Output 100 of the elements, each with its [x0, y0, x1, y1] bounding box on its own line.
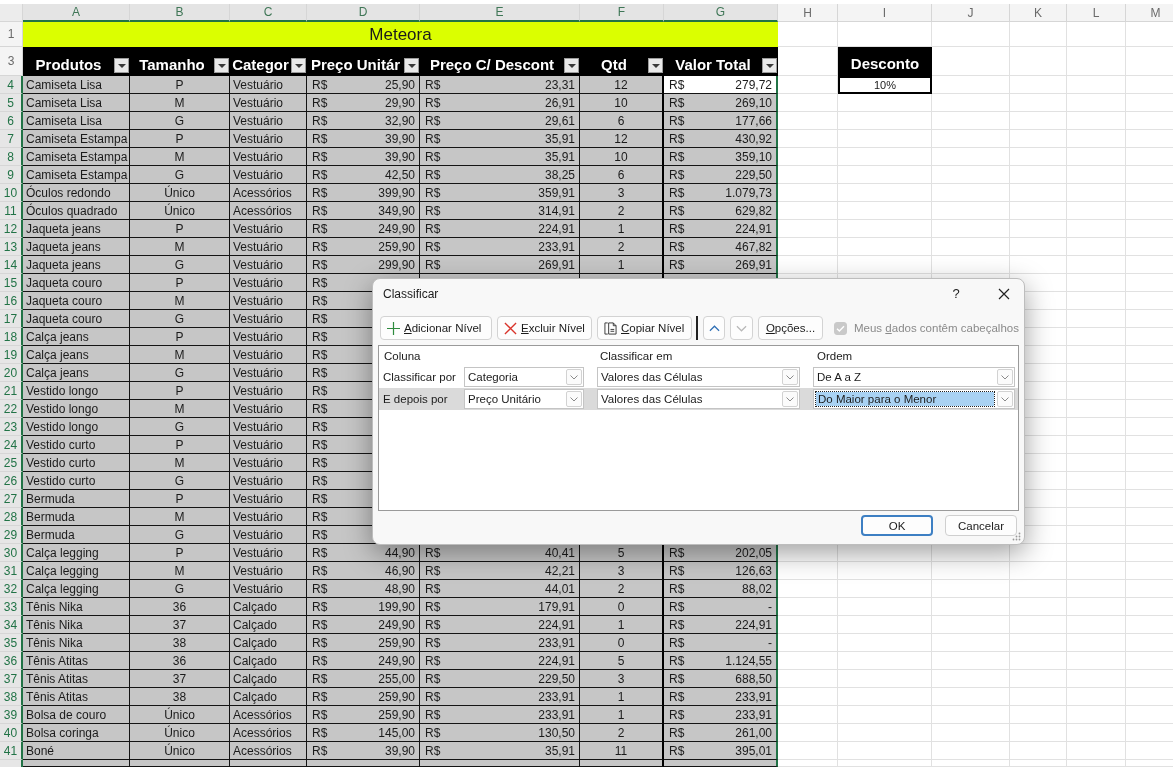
- column-header[interactable]: A: [23, 4, 130, 22]
- options-button[interactable]: Opções...: [758, 316, 823, 340]
- currency-symbol: R$: [312, 599, 328, 614]
- column-header[interactable]: I: [838, 4, 932, 22]
- row-header[interactable]: 18: [0, 328, 23, 346]
- column-header[interactable]: E: [420, 4, 580, 22]
- delete-level-button[interactable]: Excluir Nível: [497, 316, 592, 340]
- row-header[interactable]: 1: [0, 22, 23, 47]
- filter-button[interactable]: [114, 58, 129, 73]
- row-header[interactable]: 35: [0, 634, 23, 652]
- help-button[interactable]: ?: [944, 282, 968, 305]
- column-dropdown[interactable]: Categoria: [464, 367, 584, 387]
- row-header[interactable]: 17: [0, 310, 23, 328]
- sort-on-dropdown[interactable]: Valores das Células: [597, 389, 800, 409]
- table-cell: P: [130, 436, 230, 454]
- cell-value: 38,25: [544, 167, 575, 182]
- row-header[interactable]: 13: [0, 238, 23, 256]
- currency-symbol: R$: [312, 455, 328, 470]
- filter-button[interactable]: [404, 58, 419, 73]
- row-header[interactable]: 21: [0, 382, 23, 400]
- row-header[interactable]: 5: [0, 94, 23, 112]
- column-header[interactable]: H: [778, 4, 838, 22]
- currency-symbol: R$: [425, 635, 441, 650]
- order-dropdown[interactable]: Do Maior para o Menor: [813, 389, 1015, 409]
- filter-button[interactable]: [291, 58, 306, 73]
- resize-grip-icon[interactable]: [1012, 532, 1021, 541]
- column-header[interactable]: J: [932, 4, 1010, 22]
- row-header[interactable]: 26: [0, 472, 23, 490]
- table-cell: Jaqueta jeans: [23, 238, 130, 256]
- row-header[interactable]: 15: [0, 274, 23, 292]
- sort-level-row[interactable]: Classificar por Categoria Valores das Células De A a Z: [379, 366, 1018, 388]
- filter-button[interactable]: [762, 58, 777, 73]
- sort-level-row[interactable]: E depois por Preço Unitário Valores das Células Do Maior para o Menor: [379, 388, 1018, 410]
- table-cell: Vestuário: [230, 382, 307, 400]
- row-header[interactable]: 29: [0, 526, 23, 544]
- column-header[interactable]: G: [664, 4, 778, 22]
- row-header[interactable]: 37: [0, 670, 23, 688]
- column-dropdown[interactable]: Preço Unitário: [464, 389, 584, 409]
- cell-value: 395,01: [735, 743, 772, 758]
- sort-on-dropdown[interactable]: Valores das Células: [597, 367, 800, 387]
- row-header[interactable]: 20: [0, 364, 23, 382]
- row-header[interactable]: 32: [0, 580, 23, 598]
- move-up-button[interactable]: [703, 316, 725, 340]
- cell-value: 233,91: [735, 689, 772, 704]
- row-header[interactable]: 30: [0, 544, 23, 562]
- row-header[interactable]: 40: [0, 724, 23, 742]
- row-header[interactable]: 41: [0, 742, 23, 760]
- filter-button[interactable]: [648, 58, 663, 73]
- row-header[interactable]: 16: [0, 292, 23, 310]
- chevron-down-icon: [997, 369, 1013, 385]
- table-cell: 1: [580, 256, 664, 274]
- row-header[interactable]: 7: [0, 130, 23, 148]
- column-header[interactable]: M: [1126, 4, 1173, 22]
- row-header[interactable]: 33: [0, 598, 23, 616]
- row-header[interactable]: 24: [0, 436, 23, 454]
- empty-cell: [1067, 94, 1126, 112]
- add-level-button[interactable]: Adicionar Nível: [380, 316, 492, 340]
- row-header[interactable]: 10: [0, 184, 23, 202]
- dialog-button[interactable]: OK: [861, 515, 933, 536]
- column-header[interactable]: B: [130, 4, 230, 22]
- column-header[interactable]: F: [580, 4, 664, 22]
- chevron-down-icon: [566, 391, 582, 407]
- row-header[interactable]: 34: [0, 616, 23, 634]
- table-cell: Acessórios: [230, 724, 307, 742]
- row-header[interactable]: 25: [0, 454, 23, 472]
- currency-symbol: R$: [669, 545, 685, 560]
- row-header[interactable]: 22: [0, 400, 23, 418]
- order-dropdown[interactable]: De A a Z: [813, 367, 1015, 387]
- row-header[interactable]: [0, 760, 23, 767]
- row-header[interactable]: 14: [0, 256, 23, 274]
- dialog-button[interactable]: Cancelar: [945, 515, 1017, 536]
- row-header[interactable]: 19: [0, 346, 23, 364]
- row-header[interactable]: 3: [0, 47, 23, 76]
- table-cell: 36: [130, 652, 230, 670]
- copy-level-button[interactable]: Copiar Nível: [597, 316, 692, 340]
- column-header[interactable]: L: [1067, 4, 1126, 22]
- filter-button[interactable]: [214, 58, 229, 73]
- row-header[interactable]: 6: [0, 112, 23, 130]
- column-header[interactable]: K: [1010, 4, 1067, 22]
- row-header[interactable]: 31: [0, 562, 23, 580]
- row-header[interactable]: 4: [0, 76, 23, 94]
- row-header[interactable]: 38: [0, 688, 23, 706]
- table-cell: Calça jeans: [23, 328, 130, 346]
- column-header[interactable]: D: [307, 4, 420, 22]
- table-cell: 0: [580, 598, 664, 616]
- row-header[interactable]: 27: [0, 490, 23, 508]
- row-header[interactable]: 36: [0, 652, 23, 670]
- row-header[interactable]: 28: [0, 508, 23, 526]
- filter-button[interactable]: [564, 58, 579, 73]
- row-header[interactable]: 12: [0, 220, 23, 238]
- cell-value: 224,91: [538, 617, 575, 632]
- row-header[interactable]: 8: [0, 148, 23, 166]
- currency-symbol: R$: [669, 689, 685, 704]
- row-header[interactable]: 39: [0, 706, 23, 724]
- currency-symbol: R$: [312, 419, 328, 434]
- row-header[interactable]: 11: [0, 202, 23, 220]
- row-header[interactable]: 9: [0, 166, 23, 184]
- row-header[interactable]: 23: [0, 418, 23, 436]
- table-cell: Acessórios: [230, 202, 307, 220]
- column-header[interactable]: C: [230, 4, 307, 22]
